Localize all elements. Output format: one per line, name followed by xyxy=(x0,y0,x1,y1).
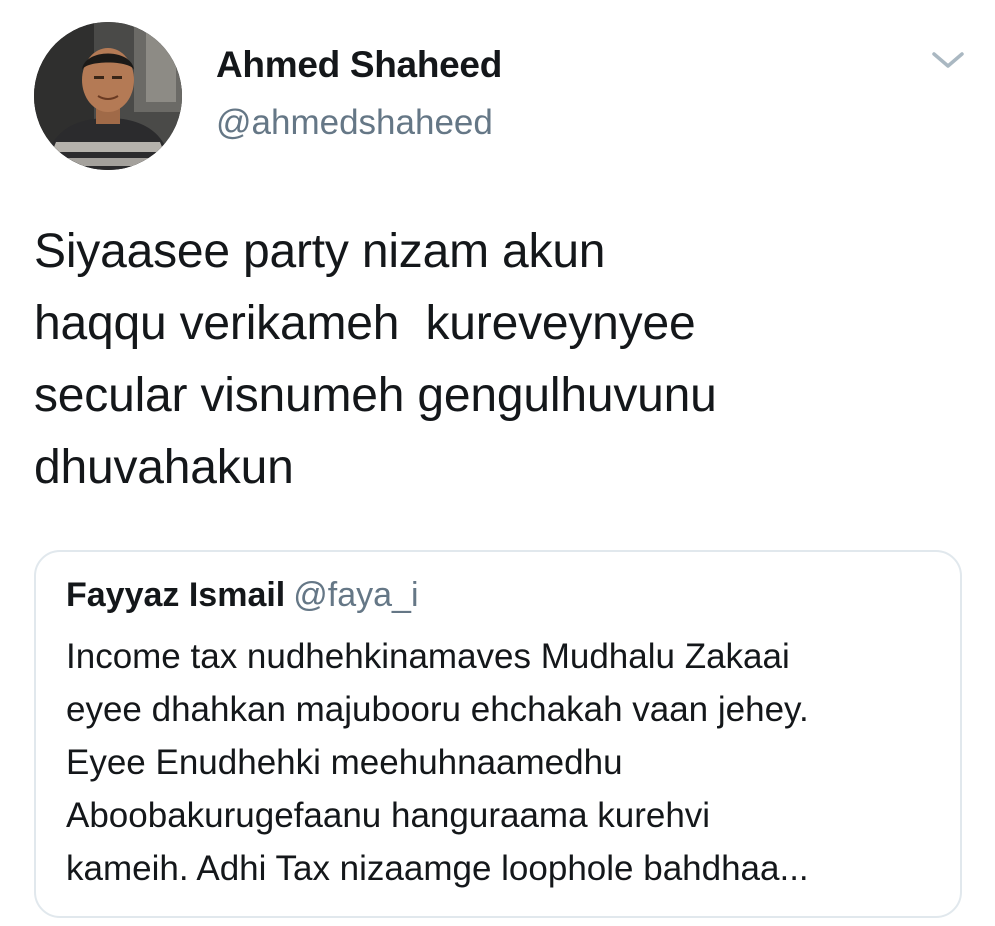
quoted-author-name[interactable]: Fayyaz Ismail xyxy=(66,576,285,614)
quoted-tweet-header: Fayyaz Ismail @faya_i xyxy=(66,576,419,615)
quoted-tweet-text: Income tax nudhehkinamaves Mudhalu Zakaa… xyxy=(66,637,809,888)
author-name[interactable]: Ahmed Shaheed xyxy=(216,44,502,86)
author-avatar[interactable] xyxy=(34,22,182,170)
author-handle[interactable]: @ahmedshaheed xyxy=(216,103,493,143)
user-photo-icon xyxy=(34,22,182,170)
quoted-tweet-card[interactable]: Fayyaz Ismail @faya_i Income tax nudhehki… xyxy=(34,550,962,918)
tweet-text: Siyaasee party nizam akun haqqu verikame… xyxy=(34,225,717,494)
quoted-author-handle[interactable]: @faya_i xyxy=(293,576,418,614)
tweet-menu-button[interactable] xyxy=(928,46,968,74)
tweet: Ahmed Shaheed @ahmedshaheed Siyaasee par… xyxy=(0,0,995,926)
chevron-down-icon xyxy=(932,52,964,68)
